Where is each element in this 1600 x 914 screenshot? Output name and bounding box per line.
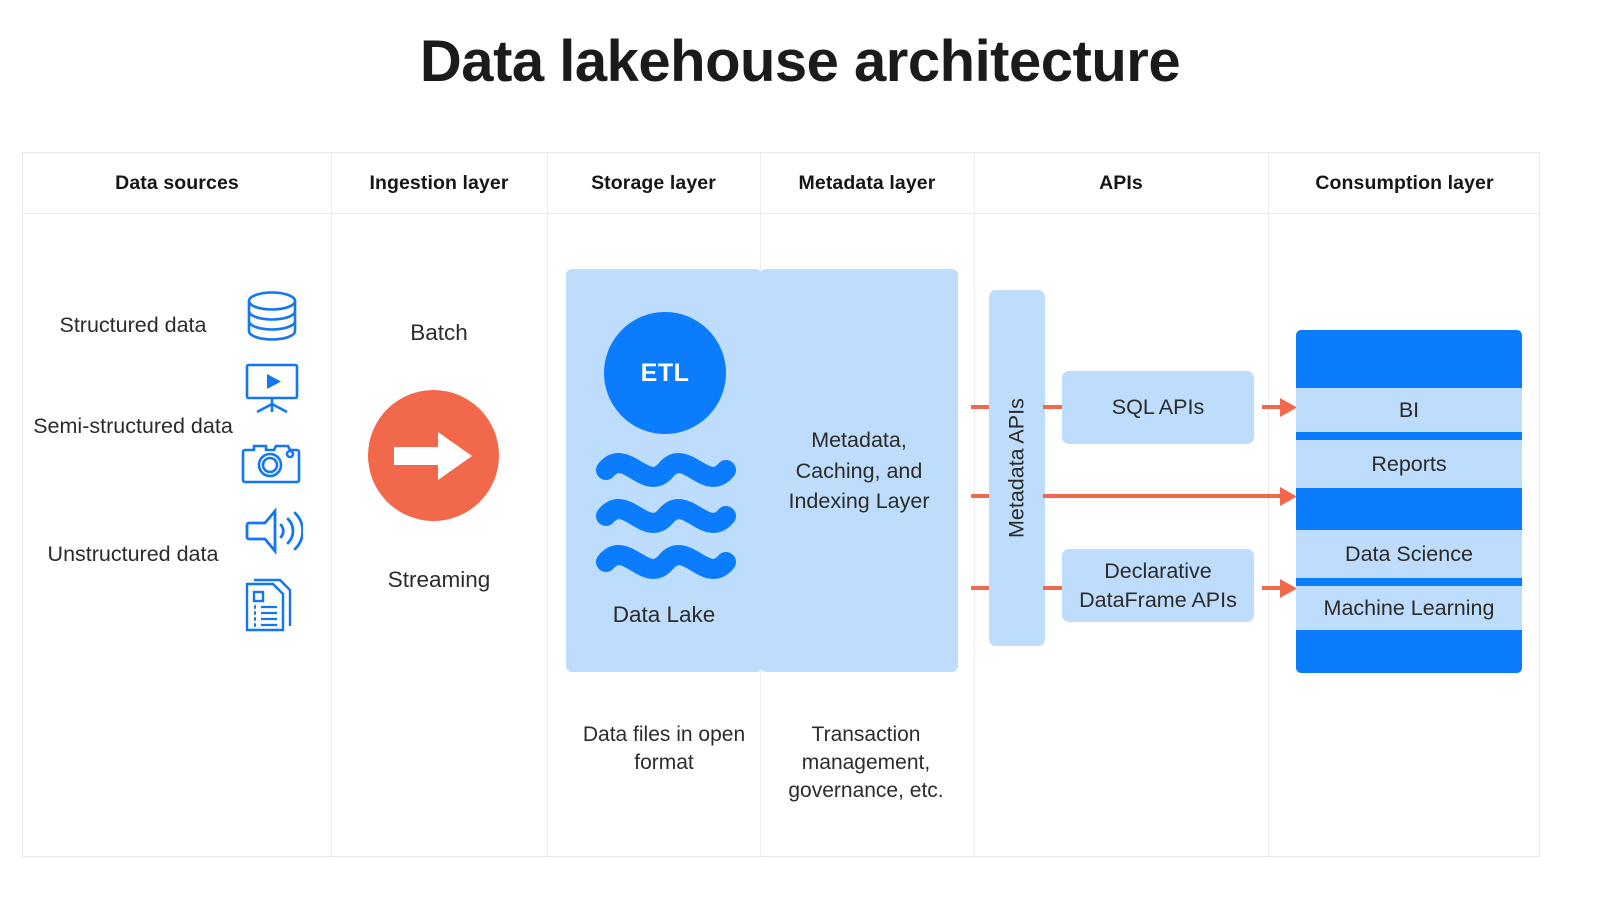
connector-metaapi-to-dataframe: [1043, 586, 1063, 590]
dataframe-apis-box[interactable]: Declarative DataFrame APIs: [1062, 549, 1254, 622]
connector-meta-to-metaapi-bottom: [971, 586, 991, 590]
column-header-consumption-layer: Consumption layer: [1315, 171, 1494, 194]
consumption-item-machine-learning[interactable]: Machine Learning: [1296, 586, 1522, 630]
storage-footer-text: Data files in open format: [582, 723, 746, 774]
consumption-item-reports[interactable]: Reports: [1296, 440, 1522, 488]
source-label-structured: Structured data: [59, 313, 207, 337]
document-icon: [242, 578, 298, 639]
consumption-item-data-science[interactable]: Data Science: [1296, 530, 1522, 578]
audio-speaker-icon: [243, 505, 305, 562]
arrow-right-icon: [394, 432, 472, 480]
ingestion-streaming-label: Streaming: [387, 567, 491, 592]
column-divider-5: [1268, 153, 1269, 858]
column-header-data-sources: Data sources: [115, 171, 239, 194]
source-label-unstructured: Unstructured data: [47, 542, 219, 566]
metadata-panel-text: Metadata, Caching, and Indexing Layer: [788, 428, 930, 514]
data-lake-waves-icon: [592, 440, 740, 593]
ingestion-batch-label: Batch: [410, 320, 468, 345]
camera-icon: [241, 437, 301, 490]
metadata-apis-label: Metadata APIs: [1004, 398, 1029, 538]
column-divider-1: [331, 153, 332, 858]
page-title: Data lakehouse architecture: [419, 29, 1181, 94]
source-label-semi-structured: Semi-structured data: [33, 414, 233, 438]
connector-meta-to-metaapi-top: [971, 405, 991, 409]
database-icon: [245, 290, 299, 347]
column-divider-4: [974, 153, 975, 858]
column-divider-2: [547, 153, 548, 858]
consumption-block: BI Reports Data Science Machine Learning: [1296, 330, 1522, 673]
connector-metaapi-to-consumption-mid: [1043, 494, 1283, 498]
header-divider: [23, 213, 1541, 214]
etl-badge: ETL: [604, 312, 726, 434]
column-header-apis: APIs: [1099, 171, 1143, 194]
metadata-footer-text: Transaction management, governance, etc.: [788, 723, 944, 802]
consumption-item-bi[interactable]: BI: [1296, 388, 1522, 432]
data-lake-label: Data Lake: [612, 602, 716, 627]
ingestion-arrow-badge: [368, 390, 499, 521]
sql-apis-box[interactable]: SQL APIs: [1062, 371, 1254, 444]
column-header-metadata-layer: Metadata layer: [798, 171, 936, 194]
column-header-ingestion-layer: Ingestion layer: [369, 171, 509, 194]
diagram-canvas: Data lakehouse architecture Data sources…: [0, 0, 1600, 914]
connector-metaapi-to-sql: [1043, 405, 1063, 409]
connector-meta-to-metaapi-mid: [971, 494, 991, 498]
column-header-storage-layer: Storage layer: [591, 171, 716, 194]
video-presentation-icon: [243, 362, 301, 419]
